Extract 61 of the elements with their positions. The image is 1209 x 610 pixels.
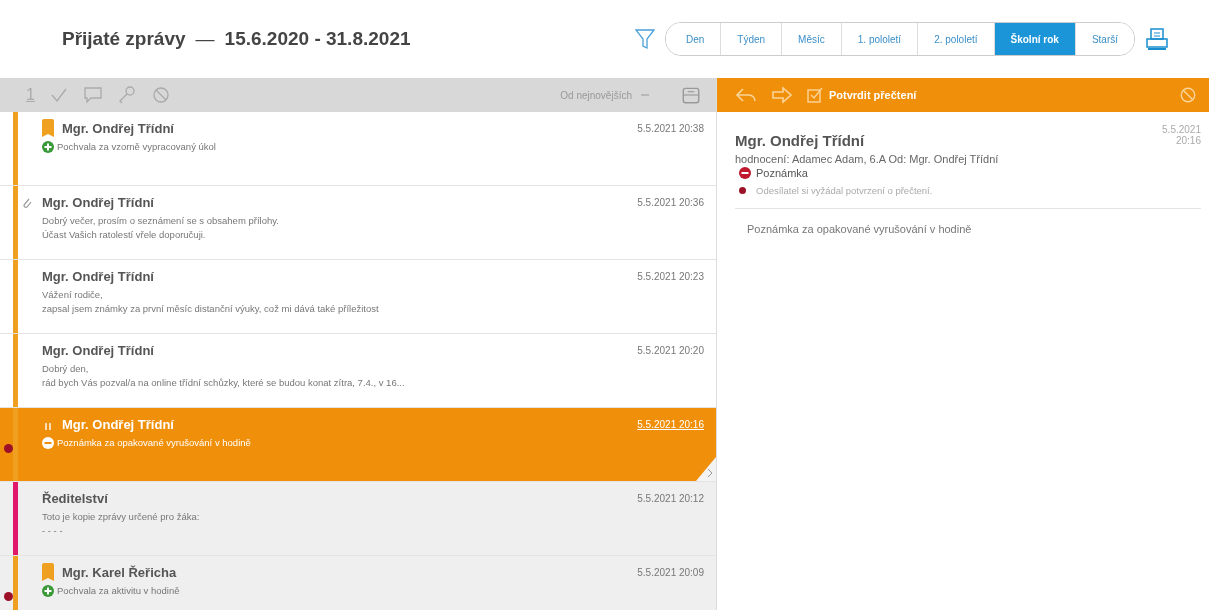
message-preview: Poznámka za opakované vyrušování v hodině [42,436,704,450]
message-date: 5.5.2021 20:16 [637,418,704,430]
message-date: 5.5.2021 20:36 [637,196,704,208]
forward-icon[interactable] [771,86,793,104]
message-date: 5.5.2021 20:09 [637,566,704,578]
sender-name: Mgr. Ondřej Třídní [42,268,154,284]
message-preview: zapsal jsem známky za první měsíc distanční výuky, což mi dává také příležitost [42,302,380,316]
message-date: 5.5.2021 20:23 [637,270,704,282]
title-separator: — [195,28,215,50]
cancel-icon[interactable] [1179,86,1197,104]
message-preview: Dobrý den, [42,362,90,376]
sender-name: Mgr. Ondřej Třídní [42,342,154,358]
message-row[interactable]: Mgr. Ondřej Třídní 5.5.2021 20:36 Dobrý večer, prosím o seznámení se s obsahem přílohy. Účast Vašich ratolestí vřele doporučuji. [0,186,716,260]
sender-name: Mgr. Karel Řeřicha [62,564,177,580]
message-preview: Účast Vašich ratolestí vřele doporučuji. [42,228,207,242]
speech-bubble-icon[interactable] [82,85,103,105]
message-preview: Vážení rodiče, [42,288,104,302]
confirm-read-button[interactable]: Potvrdit přečtení [807,87,917,103]
caret-icon [640,92,650,98]
period-tab[interactable]: Školní rok [993,23,1075,55]
message-date: 5.5.2021 20:12 [637,492,704,504]
date-range: 15.6.2020 - 31.8.2021 [224,28,411,50]
message-date: 5.5.2021 20:38 [637,122,704,134]
notice-dot [739,187,746,194]
message-time: 20:16 [1175,135,1201,146]
message-preview: Pochvala za vzorně vypracovaný úkol [42,140,704,154]
minus-circle-icon [42,437,54,449]
evaluation-label: Poznámka [756,167,808,179]
message-row[interactable]: Mgr. Ondřej Třídní 5.5.2021 20:16 Poznámka za opakované vyrušování v hodině [0,408,716,482]
message-row[interactable]: Mgr. Ondřej Třídní 5.5.2021 20:23 Vážení rodiče, zapsal jsem známky za první měsíc distanční výuky, což mi dává také příležitost [0,260,716,334]
message-row[interactable]: Mgr. Ondřej Třídní 5.5.2021 20:38 Pochvala za vzorně vypracovaný úkol [0,112,716,186]
sender-name: Mgr. Ondřej Třídní [735,132,865,149]
message-meta: hodnocení: Adamec Adam, 6.A Od: Mgr. Ondřej Třídní [735,153,1000,165]
message-date: 5.5.2021 20:20 [637,344,704,356]
message-preview: - - - - [42,524,64,538]
message-preview: Pochvala za aktivitu v hodině [42,584,704,598]
plus-circle-icon [42,141,54,153]
message-row[interactable]: Mgr. Ondřej Třídní 5.5.2021 20:20 Dobrý den, rád bych Vás pozval/a na online třídní schůzky, které se budou konat zítra, 7.4., v 16... [0,334,716,408]
message-row[interactable]: Ředitelství 5.5.2021 20:12 Toto je kopie zprávy určené pro žáka: - - - - [0,482,716,556]
message-body: Poznámka za opakované vyrušování v hodině [747,223,973,235]
printer-icon[interactable] [1145,27,1169,51]
message-row[interactable]: Mgr. Karel Řeřicha 5.5.2021 20:09 Pochvala za aktivitu v hodině [0,556,716,610]
sort-dropdown[interactable]: Od nejnovějších [554,88,656,102]
sender-name: Mgr. Ondřej Třídní [62,416,174,432]
period-tab[interactable]: Starší [1074,23,1134,55]
page-title: Přijaté zprávy [62,28,186,50]
sender-name: Mgr. Ondřej Třídní [62,120,174,136]
message-date: 5.5.2021 [1162,124,1201,135]
reply-icon[interactable] [735,86,757,104]
checkbox-icon [807,87,823,103]
sender-name: Ředitelství [42,490,108,506]
read-receipt-notice: Odesílatel si vyžádal potvrzení o přečtení. [756,185,933,196]
chevron-icon [696,457,716,481]
plus-circle-icon [42,585,54,597]
message-preview: Toto je kopie zprávy určené pro žáka: [42,510,201,524]
sender-name: Mgr. Ondřej Třídní [42,194,154,210]
message-preview: Dobrý večer, prosím o seznámení se s obsahem přílohy. [42,214,280,228]
filter-icon[interactable] [634,28,655,50]
cancel-icon[interactable] [150,85,171,105]
message-preview: rád bych Vás pozval/a na online třídní schůzky, které se budou konat zítra, 7.4., v 16... [42,376,406,390]
minus-circle-icon [739,167,751,179]
